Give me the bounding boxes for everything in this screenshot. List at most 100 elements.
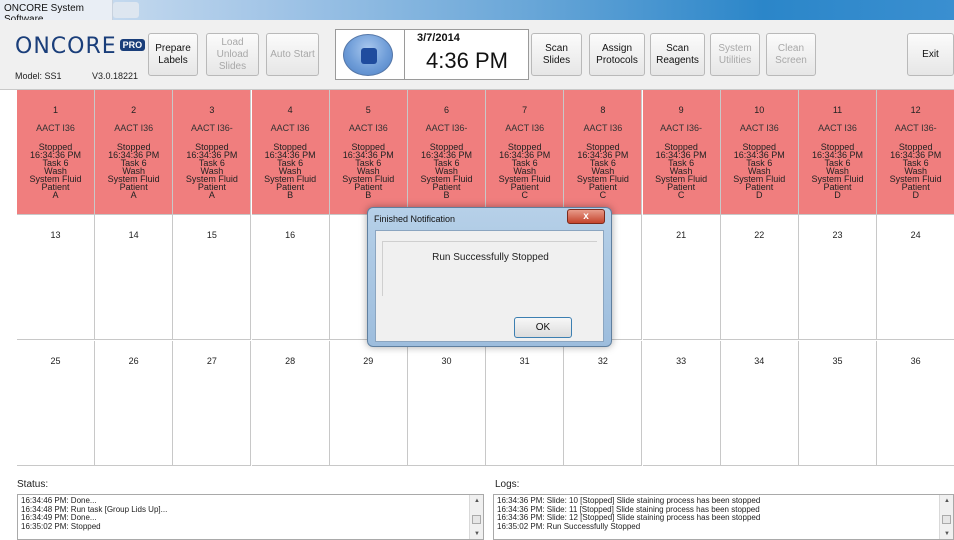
slide-number: 28 <box>285 355 296 366</box>
slide-cell[interactable]: 15 <box>173 215 252 341</box>
slide-cell[interactable]: 30 <box>408 340 486 466</box>
status-scrollbar[interactable]: ▲ ▼ <box>469 495 483 539</box>
slide-number: 21 <box>676 230 687 241</box>
slide-cell[interactable]: 5 AACT I36 Stopped 16:34:36 PM Task 6 Wash Sys… <box>329 90 408 215</box>
finished-notification-dialog: Finished Notification x Run Successfully… <box>367 207 612 347</box>
slide-antibody-code: AACT I36 <box>348 123 388 133</box>
slide-cell[interactable]: 7 AACT I36 Stopped 16:34:36 PM Task 6 Wash Sys… <box>486 90 565 215</box>
stop-button[interactable] <box>343 34 393 76</box>
slide-number: 26 <box>128 355 139 366</box>
slide-status-line: D <box>912 190 919 200</box>
slide-cell[interactable]: 11 AACT I36 Stopped 16:34:36 PM Task 6 Wash Sy… <box>799 90 877 215</box>
slide-cell[interactable]: 24 <box>877 215 954 341</box>
slide-cell[interactable]: 9 AACT I36- Stopped 16:34:36 PM Task 6 Wash Sy… <box>642 90 721 215</box>
scroll-thumb[interactable] <box>942 515 951 524</box>
slide-status-line: C <box>521 190 528 200</box>
exit-button[interactable]: Exit <box>907 33 954 76</box>
slide-number: 31 <box>519 355 530 366</box>
slide-number: 7 <box>522 105 528 115</box>
slide-status-line: B <box>365 190 372 200</box>
slide-status: Stopped 16:34:36 PM Task 6 Wash System Fluid… <box>877 143 954 200</box>
clean-screen-button[interactable]: Clean Screen <box>766 33 816 76</box>
slide-cell[interactable]: 34 <box>720 340 799 466</box>
slide-cell[interactable]: 27 <box>173 340 252 466</box>
slide-number: 3 <box>209 105 215 115</box>
slide-number: 25 <box>50 355 61 366</box>
slide-cell[interactable]: 10 AACT I36 Stopped 16:34:36 PM Task 6 Wash Sy… <box>720 90 799 215</box>
slide-cell[interactable]: 22 <box>720 215 799 341</box>
model-label: Model: SS1 <box>15 71 62 81</box>
slide-cell[interactable]: 32 <box>564 340 643 466</box>
slide-number: 9 <box>678 105 684 115</box>
slide-number: 34 <box>754 355 765 366</box>
assign-protocols-button[interactable]: Assign Protocols <box>589 33 645 76</box>
slide-cell[interactable]: 35 <box>799 340 877 466</box>
prepare-labels-button[interactable]: Prepare Labels <box>148 33 198 76</box>
toolbar: ONCORE PRO Model: SS1 V3.0.18221 Prepare … <box>0 20 954 90</box>
load-unload-slides-button[interactable]: Load Unload Slides <box>206 33 259 76</box>
slide-number: 10 <box>754 105 765 115</box>
slide-cell[interactable]: 6 AACT I36- Stopped 16:34:36 PM Task 6 Wash Sy… <box>408 90 486 215</box>
slide-cell[interactable]: 36 <box>877 341 954 466</box>
stop-panel <box>335 29 405 80</box>
slide-cell[interactable]: 26 <box>95 340 174 466</box>
scan-reagents-button[interactable]: Scan Reagents <box>650 33 705 76</box>
slide-number: 30 <box>441 355 452 366</box>
slide-antibody-code: AACT I36 <box>583 123 623 133</box>
slide-cell[interactable]: 14 <box>95 215 174 341</box>
slide-antibody-code: AACT I36- <box>425 123 468 133</box>
slide-status-line: A <box>130 190 137 200</box>
scroll-down-icon[interactable]: ▼ <box>944 530 950 539</box>
slide-antibody-code: AACT I36 <box>270 123 310 133</box>
logs-scrollbar[interactable]: ▲ ▼ <box>939 495 953 539</box>
auto-start-button[interactable]: Auto Start <box>266 33 319 76</box>
slide-number: 27 <box>206 355 217 366</box>
scroll-up-icon[interactable]: ▲ <box>474 497 480 506</box>
slide-status: Stopped 16:34:36 PM Task 6 Wash System Fluid… <box>330 143 407 200</box>
slide-cell[interactable]: 13 <box>17 215 95 341</box>
slide-number: 16 <box>285 230 296 241</box>
slide-status-line: B <box>443 190 450 200</box>
slide-cell[interactable]: 31 <box>486 340 565 466</box>
slide-cell[interactable]: 1 AACT I36 Stopped 16:34:36 PM Task 6 Wash Sys… <box>17 90 95 215</box>
slide-cell[interactable]: 16 <box>251 215 330 341</box>
logs-pane[interactable]: 16:34:36 PM: Slide: 10 [Stopped] Slide s… <box>493 494 954 540</box>
status-label: Status: <box>17 479 49 490</box>
slide-cell[interactable]: 25 <box>17 340 95 466</box>
slide-cell[interactable]: 3 AACT I36- Stopped 16:34:36 PM Task 6 Wash Sy… <box>173 90 252 215</box>
clock-date: 3/7/2014 <box>417 32 460 44</box>
slide-cell[interactable]: 8 AACT I36 Stopped 16:34:36 PM Task 6 Wash Sys… <box>564 90 643 215</box>
ok-button[interactable]: OK <box>514 317 572 338</box>
slide-cell[interactable]: 33 <box>642 340 721 466</box>
slide-status-line: C <box>677 190 685 200</box>
dialog-body: Run Successfully Stopped OK <box>375 230 604 342</box>
slide-cell[interactable]: 23 <box>799 215 877 341</box>
status-log-pane[interactable]: 16:34:46 PM: Done... 16:34:48 PM: Run ta… <box>17 494 484 540</box>
slide-number: 4 <box>287 105 293 115</box>
slide-status: Stopped 16:34:36 PM Task 6 Wash System Fluid… <box>564 143 641 200</box>
version-label: V3.0.18221 <box>92 71 139 81</box>
slide-cell[interactable]: 21 <box>642 215 721 341</box>
scroll-up-icon[interactable]: ▲ <box>944 497 950 506</box>
system-utilities-button[interactable]: System Utilities <box>710 33 760 76</box>
slide-number: 6 <box>443 105 449 115</box>
dialog-close-button[interactable]: x <box>567 209 605 224</box>
slide-cell[interactable]: 2 AACT I36 Stopped 16:34:36 PM Task 6 Wash Sys… <box>95 90 174 215</box>
slide-number: 12 <box>910 105 921 115</box>
slide-cell[interactable]: 28 <box>251 340 330 466</box>
logo-text: ONCORE <box>15 34 117 59</box>
slide-number: 22 <box>754 230 765 241</box>
scan-slides-button[interactable]: Scan Slides <box>531 33 582 76</box>
slide-antibody-code: AACT I36- <box>894 123 937 133</box>
logs-label: Logs: <box>495 479 520 490</box>
slide-cell[interactable]: 29 <box>329 340 408 466</box>
slide-status: Stopped 16:34:36 PM Task 6 Wash System Fluid… <box>17 143 94 200</box>
slide-antibody-code: AACT I36 <box>36 123 75 133</box>
scroll-down-icon[interactable]: ▼ <box>474 530 480 539</box>
slide-antibody-code: AACT I36 <box>818 123 857 133</box>
slide-status: Stopped 16:34:36 PM Task 6 Wash System Fluid… <box>643 143 720 200</box>
slide-cell[interactable]: 12 AACT I36- Stopped 16:34:36 PM Task 6 Wash S… <box>877 90 954 215</box>
scroll-thumb[interactable] <box>472 515 481 524</box>
slide-cell[interactable]: 4 AACT I36 Stopped 16:34:36 PM Task 6 Wash Sys… <box>251 90 330 215</box>
slide-number: 8 <box>600 105 606 115</box>
